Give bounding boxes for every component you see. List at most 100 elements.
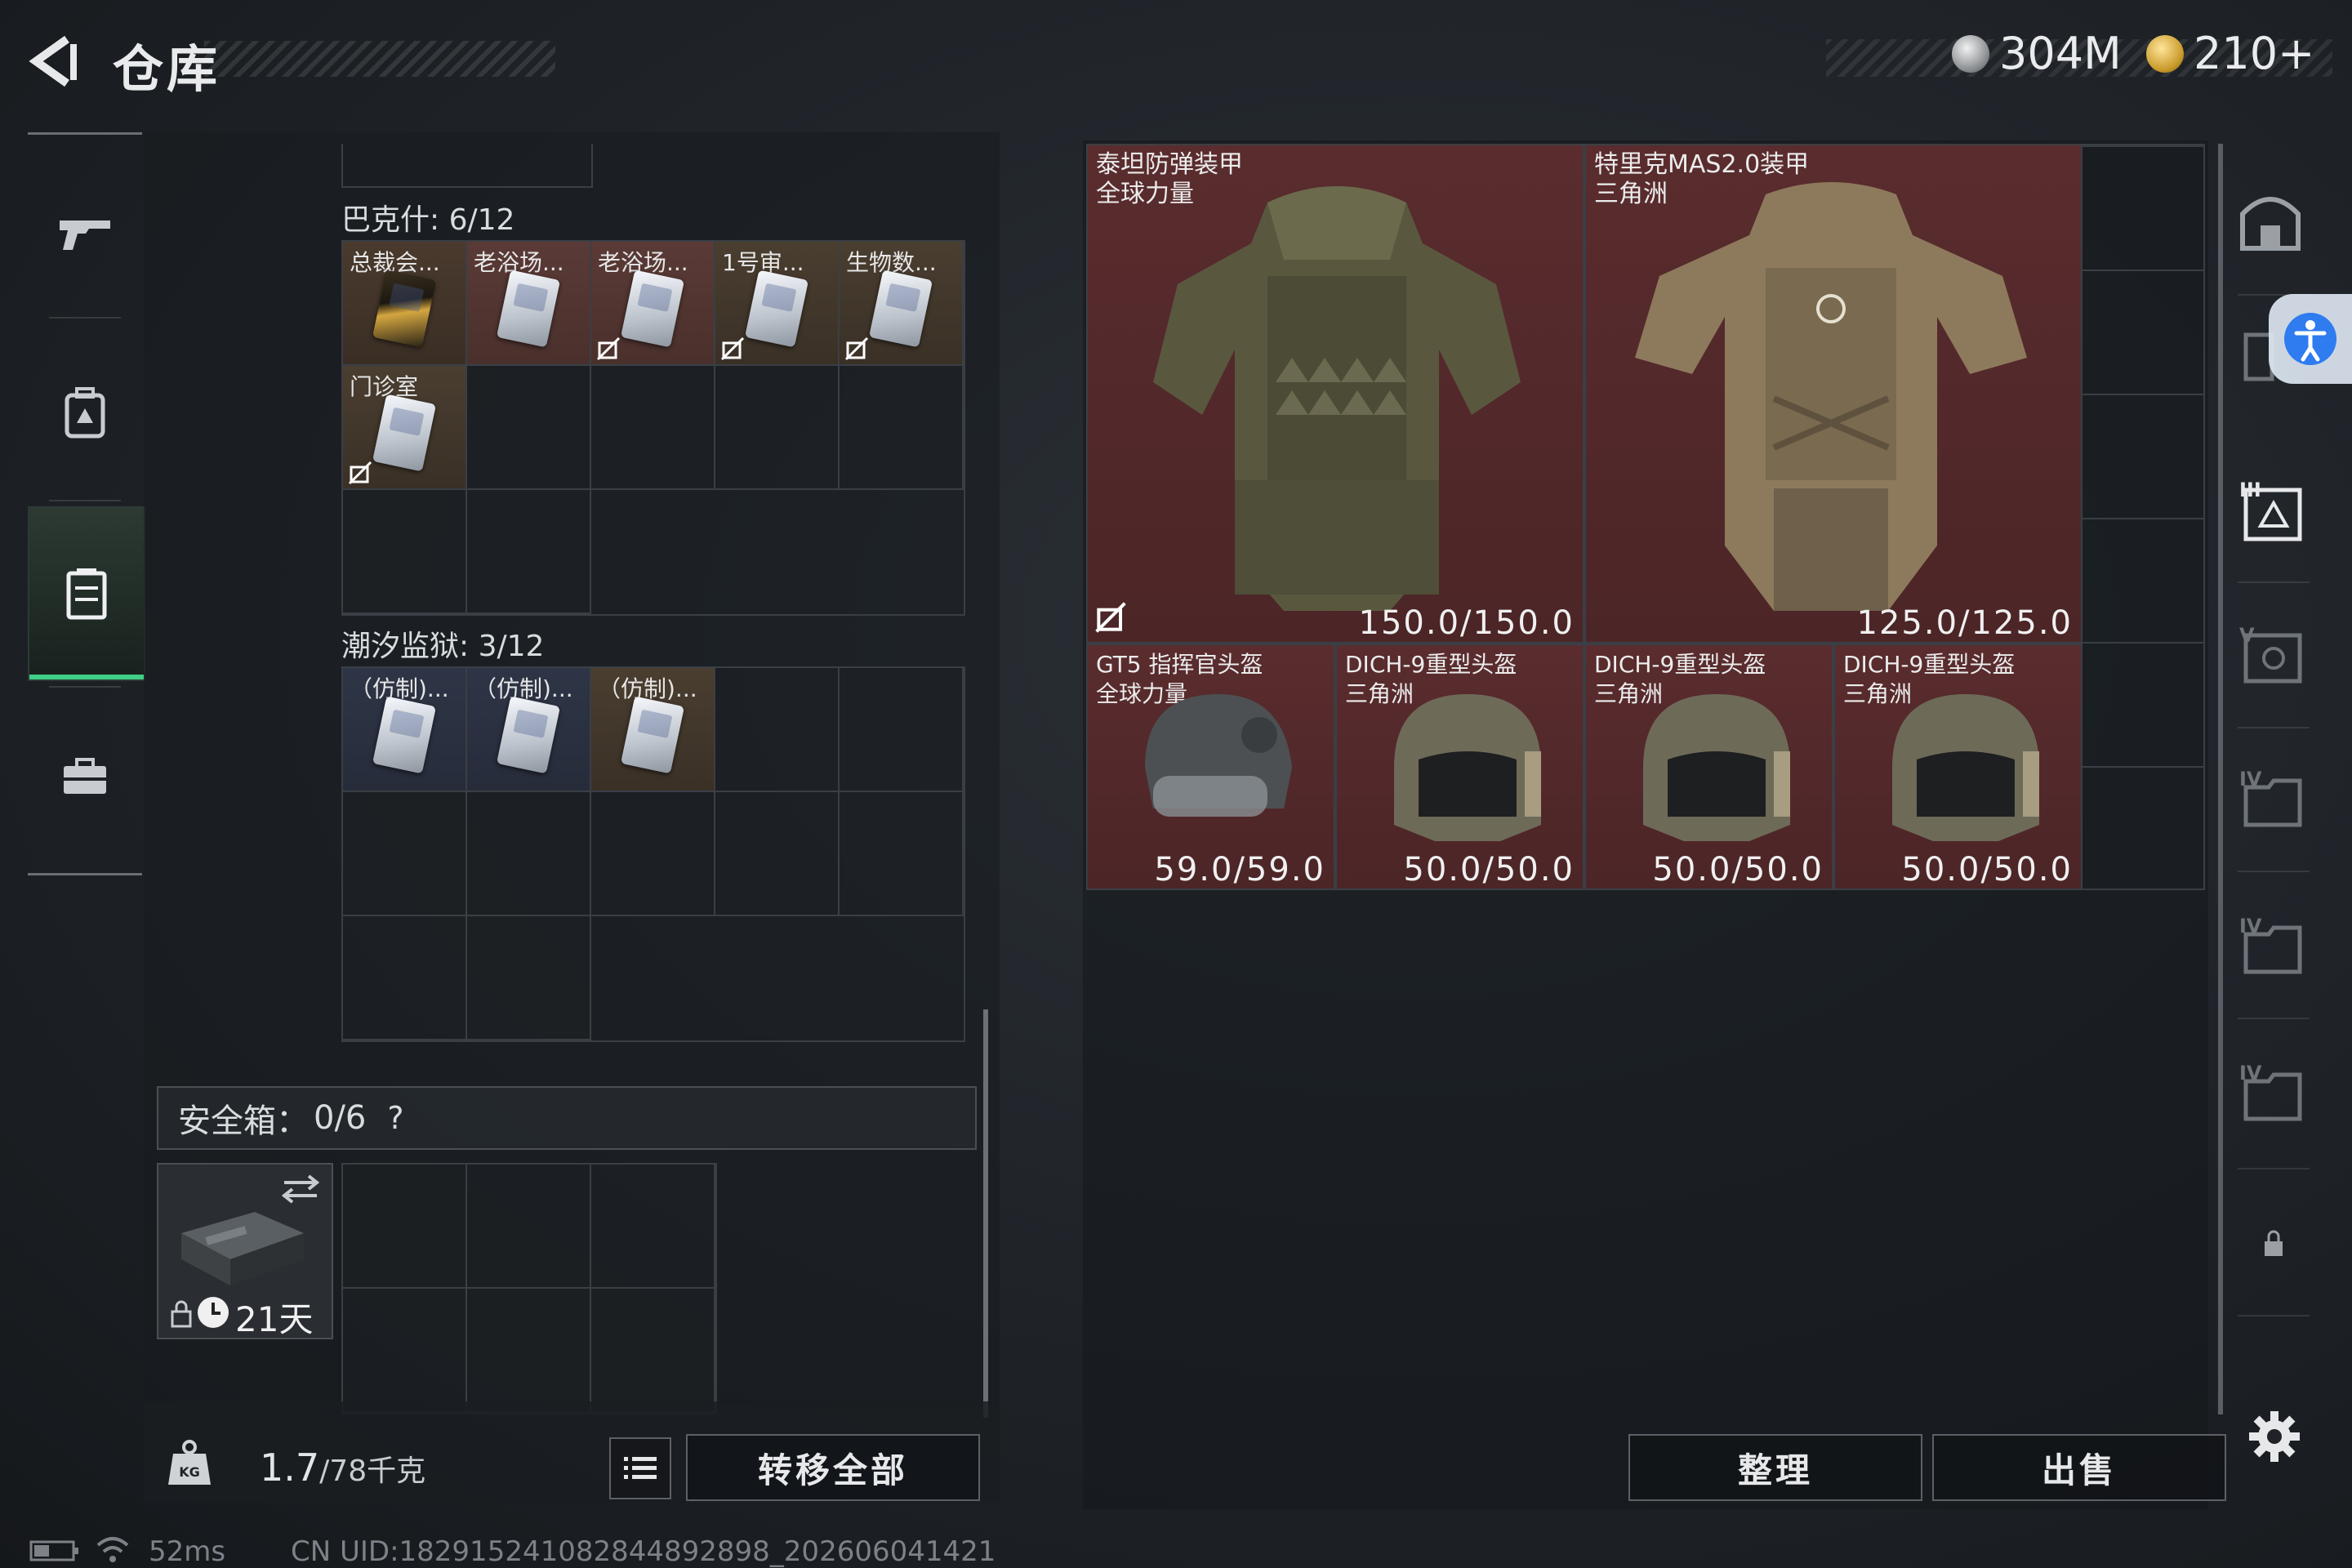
- weight-capacity: /78千克: [319, 1454, 426, 1488]
- item-title: DICH-9重型头盔: [1594, 651, 1766, 678]
- no-trade-icon: [596, 336, 621, 361]
- silver-amount: 304M: [1999, 28, 2122, 79]
- section-label-tidal-prison: 潮汐监狱: 3/12: [341, 630, 545, 663]
- empty-slot[interactable]: [467, 366, 591, 490]
- empty-slot[interactable]: [715, 792, 840, 916]
- key-item[interactable]: 1号审...: [715, 242, 840, 366]
- accessibility-button[interactable]: [2269, 294, 2352, 384]
- item-title: DICH-9重型头盔: [1843, 651, 2016, 678]
- locker-icon: [66, 568, 107, 620]
- silver-currency[interactable]: 304M: [1952, 28, 2122, 79]
- durability: 150.0/150.0: [1358, 604, 1575, 642]
- gold-currency[interactable]: 210+: [2146, 28, 2314, 79]
- empty-slot[interactable]: [343, 1165, 467, 1289]
- helmet-item[interactable]: DICH-9重型头盔 三角洲 50.0/50.0: [1833, 644, 2082, 890]
- stash-page-3-icon[interactable]: III: [2239, 479, 2308, 544]
- helmet-item[interactable]: DICH-9重型头盔 三角洲 50.0/50.0: [1584, 644, 1833, 890]
- keycard-icon: [620, 270, 685, 348]
- sidebar-divider: [49, 500, 121, 501]
- keycard-icon: [372, 696, 437, 774]
- no-trade-icon: [1095, 602, 1126, 633]
- sidebar-divider: [49, 317, 121, 318]
- empty-slot[interactable]: [467, 792, 591, 916]
- empty-slot[interactable]: [591, 1165, 715, 1289]
- key-item[interactable]: 生物数...: [840, 242, 964, 366]
- key-item[interactable]: 门诊室: [343, 366, 467, 490]
- key-item[interactable]: 老浴场...: [591, 242, 715, 366]
- empty-slot[interactable]: [591, 792, 715, 916]
- key-item[interactable]: 总裁会...: [343, 242, 467, 366]
- stash-scrollbar[interactable]: [2218, 144, 2223, 1414]
- durability: 125.0/125.0: [1856, 604, 2073, 642]
- body-armor-icon: [1635, 182, 2027, 611]
- sidebar-item-toolbox[interactable]: [28, 691, 142, 862]
- empty-slot[interactable]: [467, 490, 591, 614]
- empty-slot[interactable]: [715, 366, 840, 490]
- stash-page-5-icon[interactable]: V: [2239, 624, 2308, 686]
- key-item[interactable]: （仿制)...: [467, 668, 591, 792]
- empty-slot[interactable]: [591, 366, 715, 490]
- empty-slot[interactable]: [467, 1289, 591, 1413]
- battery-icon: [29, 1540, 78, 1561]
- stash-page-4c-icon[interactable]: IV: [2239, 1062, 2308, 1124]
- item-name: 1号审...: [722, 249, 804, 276]
- stash-page-4b-icon[interactable]: IV: [2239, 915, 2308, 977]
- empty-slot[interactable]: [840, 668, 964, 792]
- keycard-icon: [372, 270, 437, 348]
- helmet-item[interactable]: GT5 指挥官头盔 全球力量 59.0/59.0: [1086, 644, 1335, 890]
- empty-slot[interactable]: [467, 916, 591, 1040]
- svg-text:KG: KG: [179, 1464, 200, 1480]
- previous-section-grid: [341, 144, 593, 188]
- sidebar-divider: [2238, 1315, 2310, 1316]
- safe-box-count: 0/6: [314, 1099, 367, 1137]
- empty-slot[interactable]: [840, 792, 964, 916]
- sidebar-item-backpack[interactable]: [28, 327, 142, 498]
- empty-slot[interactable]: [343, 916, 467, 1040]
- empty-slot[interactable]: [343, 1289, 467, 1413]
- armor-item[interactable]: 泰坦防弹装甲 全球力量 150.0/150.0: [1086, 144, 1584, 644]
- key-item[interactable]: （仿制)...: [591, 668, 715, 792]
- armor-item[interactable]: 特里克MAS2.0装甲 三角洲 125.0/125.0: [1584, 144, 2082, 644]
- empty-slot[interactable]: [343, 792, 467, 916]
- sidebar-divider: [49, 686, 121, 688]
- transfer-all-button[interactable]: 转移全部: [686, 1434, 980, 1501]
- sidebar-divider: [2238, 1018, 2310, 1019]
- empty-slot[interactable]: [591, 1289, 715, 1413]
- empty-slot[interactable]: [840, 366, 964, 490]
- gun-icon: [60, 220, 110, 250]
- empty-slot[interactable]: [467, 1165, 591, 1289]
- locked-page-icon[interactable]: [2262, 1228, 2285, 1258]
- keycard-icon: [372, 394, 437, 472]
- keycard-icon: [744, 270, 809, 348]
- gear-icon[interactable]: [2247, 1410, 2301, 1463]
- durability: 50.0/50.0: [1652, 851, 1824, 889]
- sell-button[interactable]: 出售: [1932, 1434, 2226, 1501]
- safe-box-label: 安全箱：: [178, 1102, 309, 1140]
- key-item[interactable]: （仿制)...: [343, 668, 467, 792]
- safe-box-header: 安全箱： 0/6 ?: [157, 1086, 977, 1150]
- sort-button[interactable]: 整理: [1628, 1434, 1922, 1501]
- sidebar-item-weapons[interactable]: [28, 147, 142, 318]
- empty-slot[interactable]: [343, 490, 467, 614]
- weight-value: 1.7: [260, 1446, 320, 1490]
- back-arrow-icon[interactable]: [24, 33, 82, 90]
- tidal-prison-grid: （仿制)... （仿制)... （仿制)...: [341, 666, 965, 1042]
- sidebar-divider: [2238, 871, 2310, 872]
- stash-home-icon[interactable]: [2238, 189, 2303, 252]
- item-name: 老浴场...: [474, 249, 564, 276]
- sidebar-divider: [2238, 581, 2310, 583]
- helmet-item[interactable]: DICH-9重型头盔 三角洲 50.0/50.0: [1335, 644, 1584, 890]
- key-item[interactable]: 老浴场...: [467, 242, 591, 366]
- keycard-icon: [868, 270, 933, 348]
- helmet-icon: [1892, 694, 2039, 841]
- safe-box-container[interactable]: 21天: [157, 1163, 333, 1339]
- stash-page-4a-icon[interactable]: IV: [2239, 768, 2308, 830]
- list-view-button[interactable]: [609, 1437, 671, 1499]
- item-name: 生物数...: [846, 249, 937, 276]
- item-name: （仿制)...: [474, 675, 573, 702]
- empty-slot[interactable]: [715, 668, 840, 792]
- backpack-scrollbar[interactable]: [983, 1009, 988, 1418]
- no-trade-icon: [348, 461, 372, 485]
- sidebar-item-storage[interactable]: [28, 506, 145, 681]
- help-icon[interactable]: ?: [387, 1100, 403, 1136]
